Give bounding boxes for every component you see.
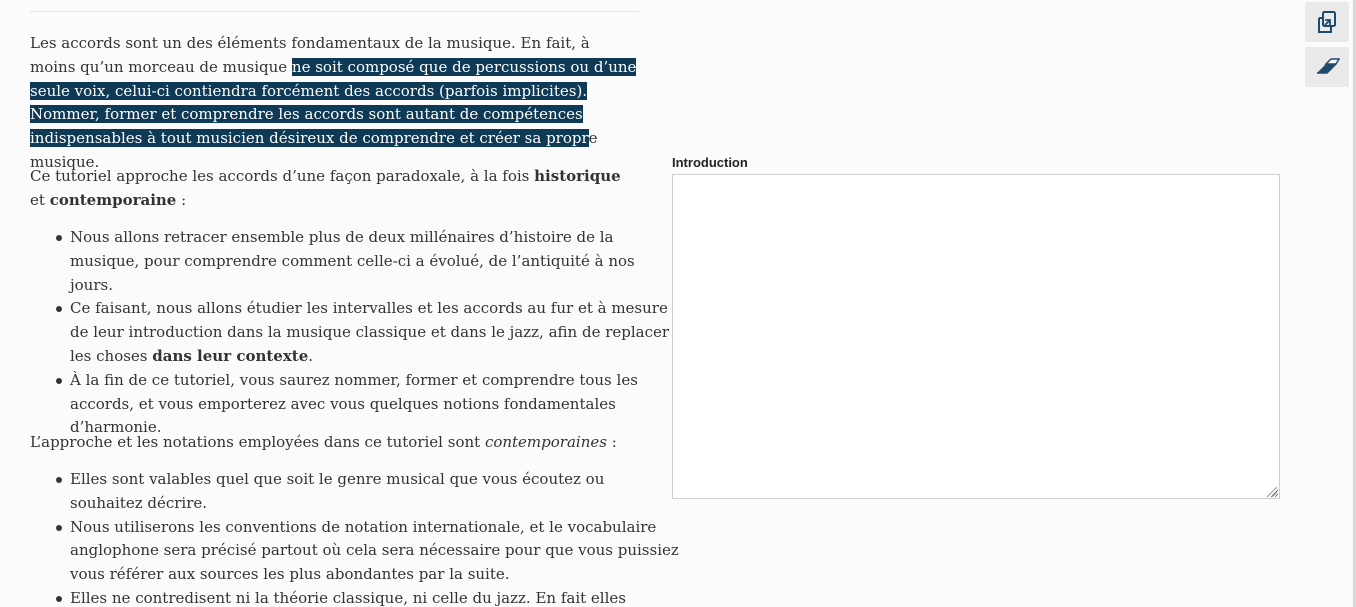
notation-paragraph: L’approche et les notations employées da… [30,431,639,455]
approach-paragraph: Ce tutoriel approche les accords d’une f… [30,165,639,213]
notation-text: L’approche et les notations employées da… [30,433,485,451]
list-item: Ce faisant, nous allons étudier les inte… [56,297,679,368]
notation-list: Elles sont valables quel que soit le gen… [30,468,679,607]
bullet-icon [56,524,62,531]
list-item: Elles sont valables quel que soit le gen… [56,468,679,516]
bullet-icon [56,306,62,313]
notation-colon: : [606,433,617,451]
copy-icon [1318,11,1336,33]
list-item-text: Elles ne contredisent ni la théorie clas… [70,588,626,607]
approach-text-colon: : [176,190,187,209]
approach-text: Ce tutoriel approche les accords d’une f… [30,167,535,185]
approach-bold-historique: historique [534,167,621,185]
eraser-icon [1317,58,1340,74]
notation-emphasis: contemporaines [484,433,607,451]
bullet-icon [56,235,62,241]
list-item-text: Elles sont valables quel que soit le gen… [70,470,605,512]
bullet-icon [56,595,62,602]
list-item-after: . [308,346,314,365]
list-item: Nous allons retracer ensemble plus de de… [56,226,679,297]
list-item: Elles ne contredisent ni la théorie clas… [56,587,679,607]
list-item-text: À la fin de ce tutoriel, vous saurez nom… [70,370,638,437]
copy-button[interactable] [1305,2,1349,42]
approach-text-and: et [30,190,50,209]
bullet-icon [56,377,62,384]
list-item-bold: dans leur contexte [152,346,309,365]
list-item-text: Nous utiliserons les conventions de nota… [70,517,679,584]
top-divider [30,11,639,12]
resize-grip-icon[interactable] [1265,485,1278,498]
eraser-button[interactable] [1305,47,1349,87]
tutorial-goals-list: Nous allons retracer ensemble plus de de… [30,226,679,440]
introduction-textarea[interactable] [672,174,1280,499]
bullet-icon [56,477,62,483]
introduction-label: Introduction [672,155,748,170]
approach-bold-contemporaine: contemporaine [49,190,177,209]
list-item: Nous utiliserons les conventions de nota… [56,516,679,587]
intro-paragraph[interactable]: Les accords sont un des éléments fondame… [30,32,639,175]
list-item: À la fin de ce tutoriel, vous saurez nom… [56,369,679,440]
list-item-text: Nous allons retracer ensemble plus de de… [70,228,635,294]
